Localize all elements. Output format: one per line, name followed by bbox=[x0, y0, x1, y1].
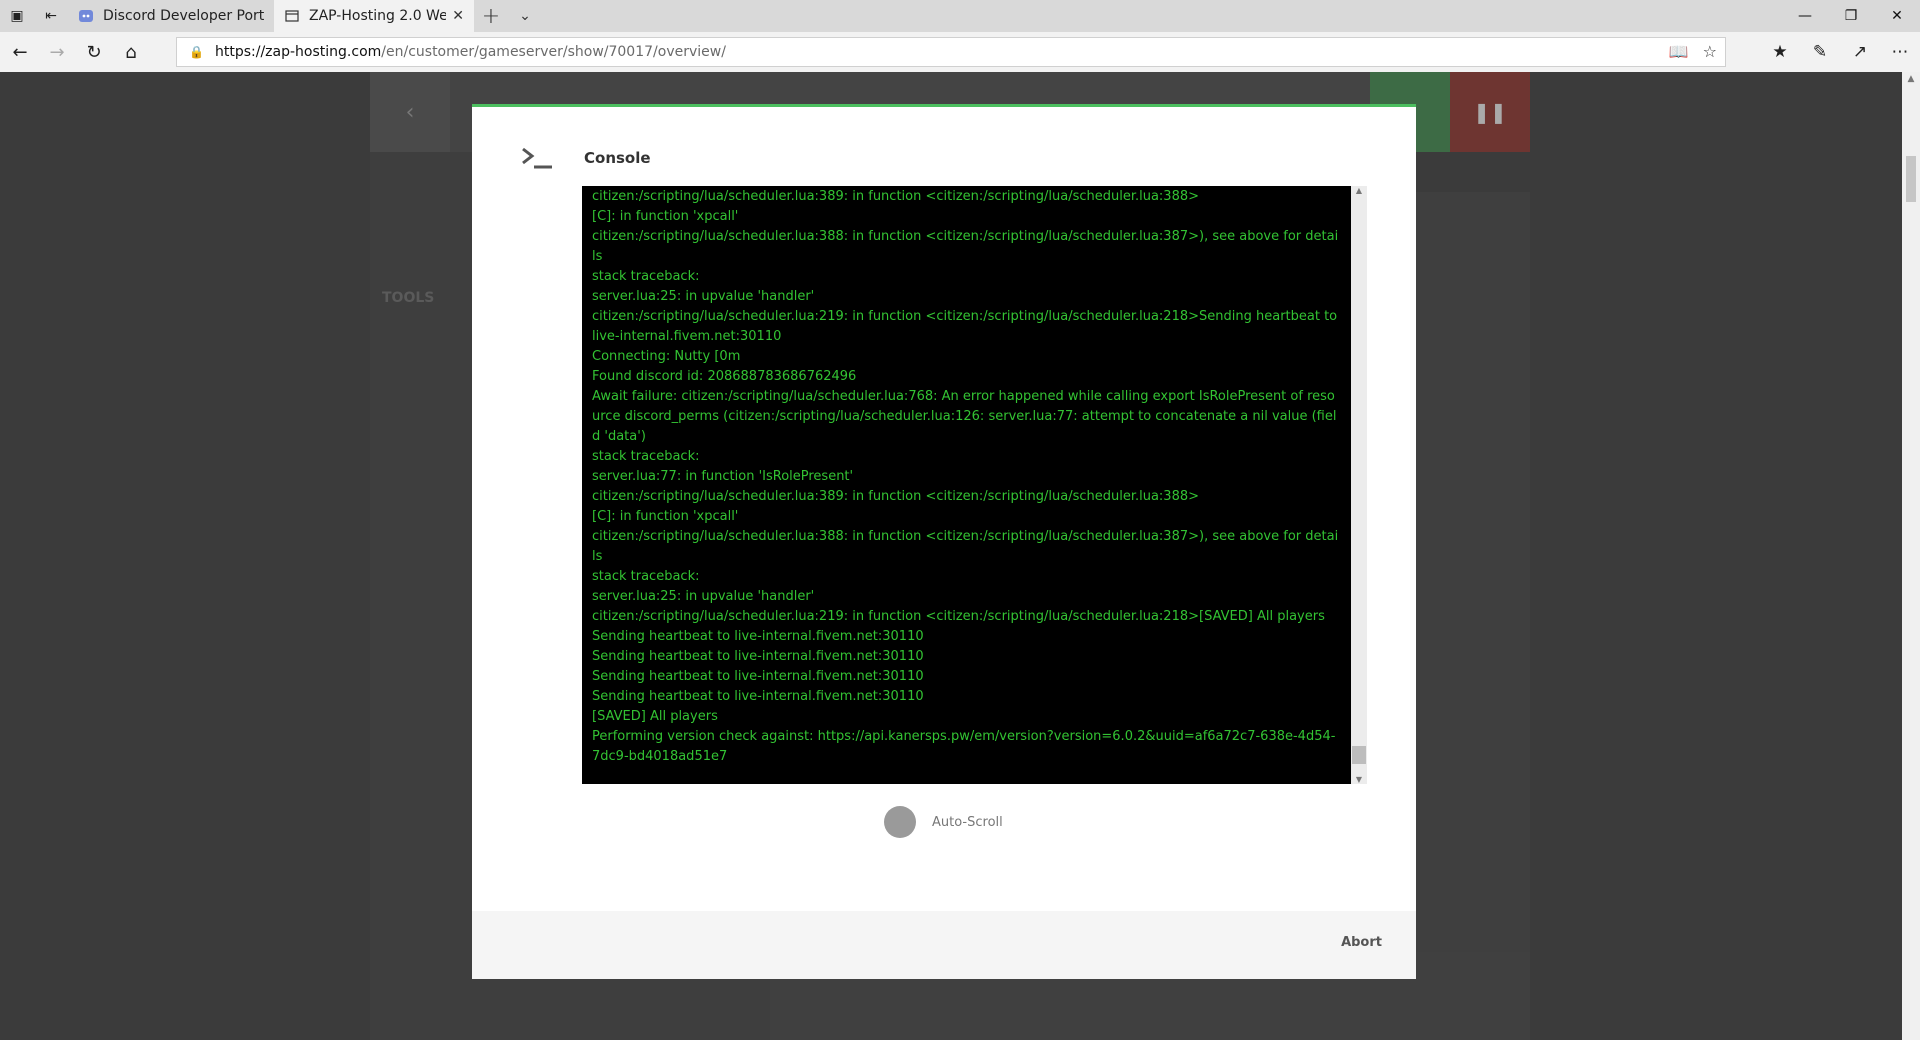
console-line: Found discord id: 208688783686762496 bbox=[592, 369, 857, 384]
console-line: Connecting: Nutty [0m bbox=[592, 349, 741, 364]
set-tabs-aside-icon[interactable]: ⇤ bbox=[34, 0, 68, 32]
console-line: server.lua:77: in function 'IsRolePresen… bbox=[592, 469, 854, 484]
favorites-icon[interactable]: ★ bbox=[1760, 32, 1800, 72]
console-line: [C]: in function 'xpcall' bbox=[592, 509, 739, 524]
console-line: citizen:/scripting/lua/scheduler.lua:219… bbox=[592, 309, 1342, 344]
back-arrow-icon[interactable]: ← bbox=[3, 32, 37, 72]
share-icon[interactable]: ↗ bbox=[1840, 32, 1880, 72]
more-icon[interactable]: ⋯ bbox=[1880, 32, 1920, 72]
chevron-down-icon[interactable]: ⌄ bbox=[508, 0, 542, 32]
console-output[interactable]: citizen:/scripting/lua/scheduler.lua:389… bbox=[582, 186, 1351, 784]
star-icon[interactable]: ☆ bbox=[1703, 42, 1717, 61]
scroll-up-icon[interactable]: ▲ bbox=[1351, 186, 1367, 195]
modal-footer: Abort bbox=[472, 911, 1416, 979]
tab-discord[interactable]: Discord Developer Portal bbox=[68, 0, 274, 32]
new-tab-icon[interactable]: + bbox=[474, 0, 508, 32]
url-host: https://zap-hosting.com bbox=[215, 44, 382, 60]
console-modal: Console citizen:/scripting/lua/scheduler… bbox=[472, 104, 1416, 979]
browser-tab-bar: ▣ ⇤ Discord Developer Portal ZAP-Hosting… bbox=[0, 0, 1920, 32]
console-line: server.lua:25: in upvalue 'handler' bbox=[592, 589, 815, 604]
restore-icon[interactable]: ❐ bbox=[1828, 0, 1874, 32]
console-line: stack traceback: bbox=[592, 449, 700, 464]
terminal-icon bbox=[520, 145, 556, 171]
console-line: Sending heartbeat to live-internal.fivem… bbox=[592, 689, 924, 704]
modal-title: Console bbox=[584, 149, 651, 167]
refresh-icon[interactable]: ↻ bbox=[77, 32, 111, 72]
console-line: citizen:/scripting/lua/scheduler.lua:219… bbox=[592, 609, 1325, 624]
console-line: [C]: in function 'xpcall' bbox=[592, 209, 739, 224]
console-line: Sending heartbeat to live-internal.fivem… bbox=[592, 649, 924, 664]
console-scrollbar[interactable]: ▲ ▼ bbox=[1351, 186, 1367, 784]
page-icon bbox=[284, 8, 300, 24]
scroll-up-icon[interactable]: ▲ bbox=[1902, 74, 1920, 84]
console-line: Sending heartbeat to live-internal.fivem… bbox=[592, 669, 924, 684]
address-toolbar: ← → ↻ ⌂ 🔒 https://zap-hosting.com/en/cus… bbox=[0, 32, 1920, 72]
minimize-icon[interactable]: — bbox=[1782, 0, 1828, 32]
autoscroll-label: Auto-Scroll bbox=[932, 814, 1003, 830]
console-line: citizen:/scripting/lua/scheduler.lua:389… bbox=[592, 189, 1200, 204]
console-line: stack traceback: bbox=[592, 569, 700, 584]
console-line: Sending heartbeat to live-internal.fivem… bbox=[592, 629, 924, 644]
console-line: Await failure: citizen:/scripting/lua/sc… bbox=[592, 389, 1337, 444]
tab-title: ZAP-Hosting 2.0 Webinterface bbox=[309, 8, 447, 24]
scroll-down-icon[interactable]: ▼ bbox=[1351, 775, 1367, 784]
pen-icon[interactable]: ✎ bbox=[1800, 32, 1840, 72]
console-line: [SAVED] All players bbox=[592, 709, 718, 724]
autoscroll-toggle[interactable]: Auto-Scroll bbox=[884, 806, 1003, 838]
tab-actions-icon[interactable]: ▣ bbox=[0, 0, 34, 32]
console-line: server.lua:25: in upvalue 'handler' bbox=[592, 289, 815, 304]
back-icon: ‹ bbox=[370, 72, 450, 152]
modal-header: Console bbox=[520, 145, 651, 171]
lock-icon: 🔒 bbox=[189, 45, 204, 59]
toggle-knob[interactable] bbox=[884, 806, 916, 838]
tab-zap-hosting[interactable]: ZAP-Hosting 2.0 Webinterface ✕ bbox=[274, 0, 474, 32]
home-icon[interactable]: ⌂ bbox=[114, 32, 148, 72]
bg-tools-label: TOOLS bbox=[382, 290, 435, 306]
url-field[interactable]: 🔒 https://zap-hosting.com/en/customer/ga… bbox=[176, 37, 1726, 67]
abort-button[interactable]: Abort bbox=[1341, 935, 1382, 950]
console-line: stack traceback: bbox=[592, 269, 700, 284]
console-line: Performing version check against: https:… bbox=[592, 729, 1336, 764]
page-scrollbar[interactable]: ▲ bbox=[1902, 72, 1920, 1040]
close-icon[interactable]: ✕ bbox=[452, 8, 464, 24]
window-close-icon[interactable]: ✕ bbox=[1874, 0, 1920, 32]
page-scroll-thumb[interactable] bbox=[1906, 156, 1916, 202]
pause-icon: ❚❚ bbox=[1450, 72, 1530, 152]
url-path: /en/customer/gameserver/show/70017/overv… bbox=[381, 44, 726, 60]
console-line: citizen:/scripting/lua/scheduler.lua:388… bbox=[592, 529, 1339, 564]
reading-view-icon[interactable]: 📖 bbox=[1669, 42, 1689, 61]
forward-arrow-icon[interactable]: → bbox=[40, 32, 74, 72]
discord-icon bbox=[78, 8, 94, 24]
console-line: citizen:/scripting/lua/scheduler.lua:389… bbox=[592, 489, 1200, 504]
tab-title: Discord Developer Portal bbox=[103, 8, 264, 24]
console-line: citizen:/scripting/lua/scheduler.lua:388… bbox=[592, 229, 1339, 264]
bg-right-panel bbox=[1400, 192, 1530, 952]
console-scroll-thumb[interactable] bbox=[1352, 746, 1366, 764]
